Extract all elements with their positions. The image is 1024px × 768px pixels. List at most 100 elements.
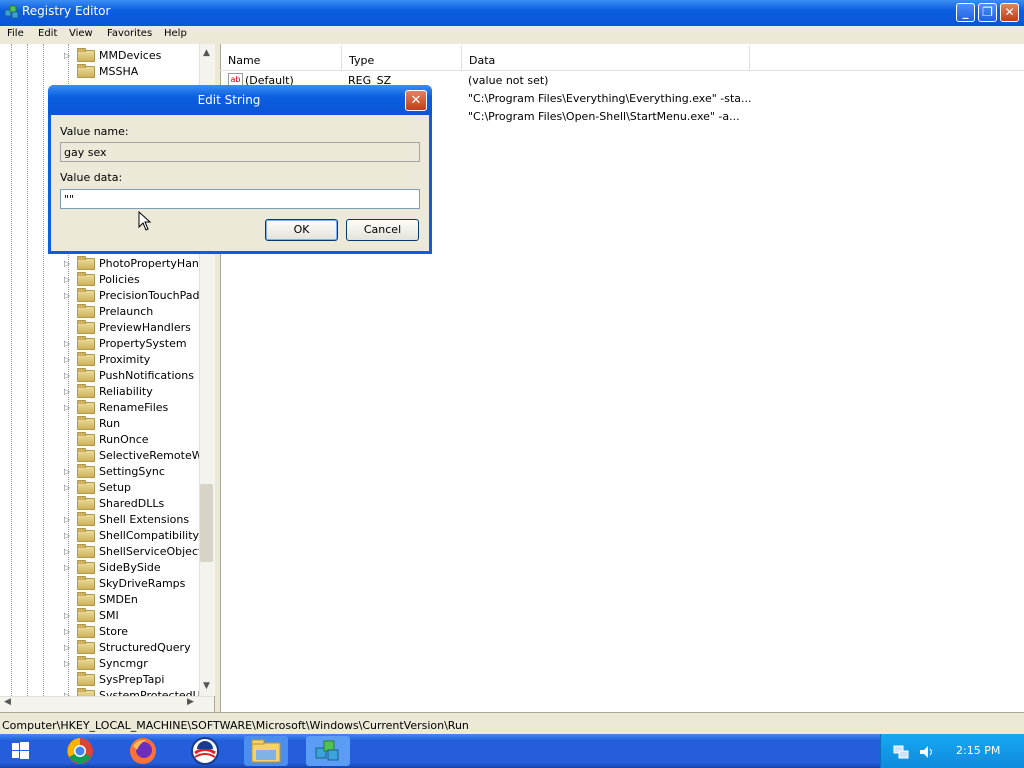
ok-button[interactable]: OK	[265, 219, 338, 241]
expand-arrow-icon[interactable]: ▷	[64, 291, 72, 301]
tree-item-label: RenameFiles	[99, 401, 169, 414]
tree-item-label: MSSHA	[99, 65, 139, 78]
minimize-button[interactable]: _	[956, 3, 975, 22]
expand-arrow-icon[interactable]: ▷	[64, 371, 72, 381]
scroll-right-arrow-icon[interactable]: ▶	[187, 697, 194, 707]
expand-arrow-icon[interactable]: ▷	[64, 355, 72, 365]
expand-arrow-icon[interactable]: ▷	[64, 643, 72, 653]
folder-icon	[77, 48, 95, 62]
dialog-close-button[interactable]: ✕	[405, 90, 427, 111]
column-header-data[interactable]: Data	[462, 46, 750, 71]
expand-arrow-icon[interactable]: ▷	[64, 467, 72, 477]
tree-item-label: StructuredQuery	[99, 641, 191, 654]
expand-arrow-icon[interactable]: ▷	[64, 515, 72, 525]
registry-editor-icon[interactable]	[306, 736, 350, 766]
expand-arrow-icon[interactable]: ▷	[64, 387, 72, 397]
value-data-cell[interactable]: "C:\Program Files\Open-Shell\StartMenu.e…	[468, 110, 740, 123]
menu-file[interactable]: File	[7, 28, 24, 39]
folder-icon	[77, 272, 95, 286]
expand-arrow-icon[interactable]: ▷	[64, 339, 72, 349]
obama-logo-icon[interactable]	[183, 736, 227, 766]
expand-arrow-icon[interactable]: ▷	[64, 531, 72, 541]
window-title-bar[interactable]	[0, 0, 1024, 26]
menu-edit[interactable]: Edit	[38, 28, 57, 39]
mouse-cursor-icon	[138, 211, 152, 231]
expand-arrow-icon[interactable]: ▷	[64, 611, 72, 621]
tree-item-label: Prelaunch	[99, 305, 154, 318]
column-header-name[interactable]: Name	[221, 46, 342, 71]
folder-icon	[77, 576, 95, 590]
scroll-up-arrow-icon[interactable]: ▲	[200, 48, 213, 62]
value-name-label: Value name:	[60, 125, 129, 138]
folder-icon	[77, 384, 95, 398]
tree-item-label: Proximity	[99, 353, 151, 366]
folder-icon	[77, 592, 95, 606]
folder-icon	[77, 624, 95, 638]
tree-item-label: MMDevices	[99, 49, 162, 62]
folder-icon	[77, 416, 95, 430]
expand-arrow-icon[interactable]: ▷	[64, 659, 72, 669]
tree-item-label: SideBySide	[99, 561, 161, 574]
expand-arrow-icon[interactable]: ▷	[64, 403, 72, 413]
network-icon[interactable]	[893, 744, 909, 760]
chrome-icon[interactable]	[58, 736, 102, 766]
menu-view[interactable]: View	[69, 28, 93, 39]
tree-item-label: PhotoPropertyHand	[99, 257, 206, 270]
folder-icon	[77, 560, 95, 574]
tree-scroll-thumb[interactable]	[200, 484, 213, 562]
tree-item-label: Syncmgr	[99, 657, 148, 670]
folder-icon	[77, 432, 95, 446]
expand-arrow-icon[interactable]: ▷	[64, 547, 72, 557]
folder-icon	[77, 288, 95, 302]
column-header-type[interactable]: Type	[342, 46, 462, 71]
scroll-down-arrow-icon[interactable]: ▼	[200, 681, 213, 695]
close-button[interactable]: ✕	[1000, 3, 1019, 22]
value-data-cell[interactable]: (value not set)	[468, 74, 548, 87]
tree-item-label: ShellServiceObject	[99, 545, 203, 558]
tree-item-label: SettingSync	[99, 465, 165, 478]
expand-arrow-icon[interactable]: ▷	[64, 483, 72, 493]
tree-item-label: Run	[99, 417, 121, 430]
folder-icon	[77, 640, 95, 654]
tree-item-label: PreviewHandlers	[99, 321, 191, 334]
tree-item-label: Shell Extensions	[99, 513, 190, 526]
value-data-cell[interactable]: "C:\Program Files\Everything\Everything.…	[468, 92, 752, 105]
expand-arrow-icon[interactable]: ▷	[64, 627, 72, 637]
expand-arrow-icon[interactable]: ▷	[64, 275, 72, 285]
folder-icon	[77, 448, 95, 462]
folder-icon	[77, 464, 95, 478]
expand-arrow-icon[interactable]: ▷	[64, 563, 72, 573]
folder-icon	[77, 528, 95, 542]
folder-icon	[77, 64, 95, 78]
folder-icon	[77, 320, 95, 334]
tree-horizontal-scrollbar[interactable]	[0, 696, 214, 713]
value-name-field: gay sex	[60, 142, 420, 162]
windows-start-icon[interactable]	[0, 734, 40, 768]
folder-icon	[77, 256, 95, 270]
expand-arrow-icon[interactable]: ▷	[64, 51, 72, 61]
expand-arrow-icon[interactable]: ▷	[64, 259, 72, 269]
folder-icon	[77, 656, 95, 670]
tree-item-label: Store	[99, 625, 129, 638]
tree-guide-line	[11, 44, 12, 696]
scroll-left-arrow-icon[interactable]: ◀	[4, 697, 11, 707]
taskbar-clock[interactable]: 2:15 PM	[956, 744, 1000, 757]
menu-favorites[interactable]: Favorites	[107, 28, 152, 39]
tree-item-label: PropertySystem	[99, 337, 187, 350]
maximize-button[interactable]: ❐	[978, 3, 997, 22]
folder-icon	[77, 368, 95, 382]
cancel-button[interactable]: Cancel	[346, 219, 419, 241]
file-explorer-icon[interactable]	[244, 736, 288, 766]
volume-icon[interactable]	[918, 744, 936, 760]
folder-icon	[77, 304, 95, 318]
window-title: Registry Editor	[22, 4, 111, 18]
tree-item-label: RunOnce	[99, 433, 149, 446]
menu-help[interactable]: Help	[164, 28, 187, 39]
folder-icon	[77, 480, 95, 494]
tree-item-label: SharedDLLs	[99, 497, 165, 510]
firefox-icon[interactable]	[121, 736, 165, 766]
tree-item-label: SysPrepTapi	[99, 673, 165, 686]
dialog-title: Edit String	[197, 93, 261, 107]
value-data-label: Value data:	[60, 171, 123, 184]
value-data-input[interactable]	[60, 189, 420, 209]
